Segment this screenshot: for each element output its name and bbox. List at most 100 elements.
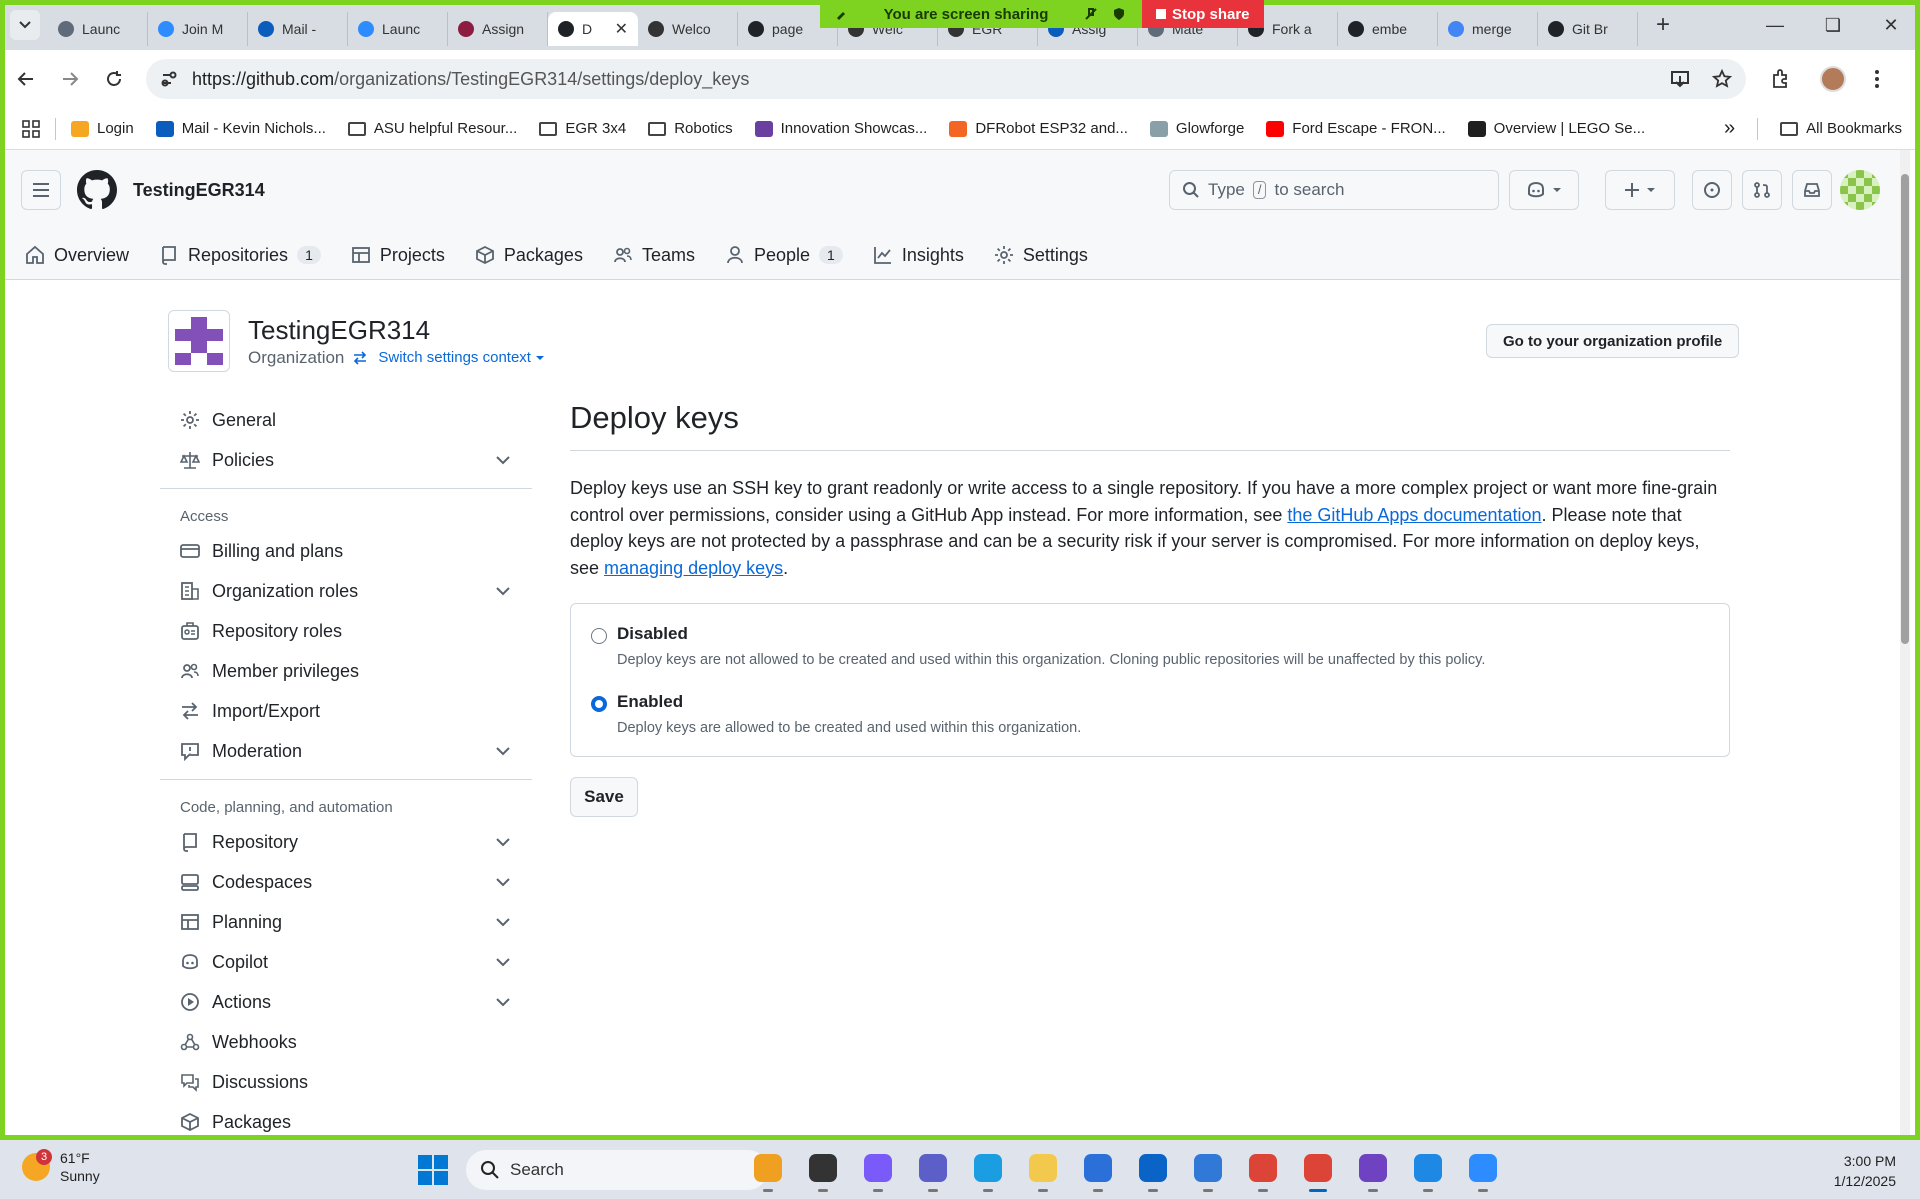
github-search-input[interactable]: Type / to search [1169, 170, 1499, 210]
teams-icon[interactable] [915, 1150, 951, 1192]
org-name-heading[interactable]: TestingEGR314 [248, 315, 545, 346]
user-avatar[interactable] [1840, 170, 1880, 210]
stop-share-button[interactable]: Stop share [1142, 0, 1264, 28]
chevron-down-icon[interactable] [496, 877, 510, 887]
scrollbar-thumb[interactable] [1901, 174, 1909, 644]
more-bookmarks-button[interactable]: » [1724, 117, 1735, 140]
bookmark-item[interactable]: Glowforge [1139, 120, 1255, 137]
issues-button[interactable] [1692, 170, 1732, 210]
zoom-icon[interactable] [1465, 1150, 1501, 1192]
radio-disabled[interactable] [591, 628, 607, 644]
global-nav-menu-button[interactable] [21, 170, 61, 210]
vscode-icon[interactable] [1410, 1150, 1446, 1192]
file-explorer-icon[interactable] [1025, 1150, 1061, 1192]
outlook-icon[interactable] [1135, 1150, 1171, 1192]
close-window-button[interactable]: ✕ [1862, 0, 1920, 50]
browser-tab[interactable]: Assign [448, 12, 548, 46]
browser-tab[interactable]: Launc [48, 12, 148, 46]
new-tab-button[interactable]: + [1648, 11, 1678, 39]
close-tab-icon[interactable]: ✕ [615, 19, 628, 39]
save-button[interactable]: Save [570, 777, 638, 817]
github-apps-docs-link[interactable]: the GitHub Apps documentation [1287, 505, 1541, 525]
chevron-down-icon[interactable] [496, 455, 510, 465]
sidebar-item-copilot[interactable]: Copilot [160, 942, 532, 982]
browser-tab[interactable]: embe [1338, 12, 1438, 46]
file-viewer-icon[interactable] [805, 1150, 841, 1192]
sidebar-item-discussions[interactable]: Discussions [160, 1062, 532, 1102]
bookmark-star-icon[interactable] [1712, 69, 1732, 89]
sidebar-item-packages[interactable]: Packages [160, 1102, 532, 1140]
pull-requests-button[interactable] [1742, 170, 1782, 210]
chevron-down-icon[interactable] [496, 957, 510, 967]
forward-button[interactable] [52, 61, 88, 97]
inbox-button[interactable] [1792, 170, 1832, 210]
bookmark-item[interactable]: Innovation Showcas... [744, 120, 939, 137]
install-app-icon[interactable] [1670, 69, 1690, 89]
bookmark-item[interactable]: Robotics [637, 120, 743, 137]
restore-button[interactable]: ❏ [1804, 0, 1862, 50]
github-logo-icon[interactable] [77, 170, 117, 210]
browser-tab[interactable]: Git Br [1538, 12, 1638, 46]
sidebar-item-member-privileges[interactable]: Member privileges [160, 651, 532, 691]
org-nav-repositories[interactable]: Repositories 1 [159, 245, 321, 266]
more-menu-icon[interactable] [1874, 69, 1880, 89]
create-new-button[interactable] [1605, 170, 1675, 210]
minimize-button[interactable]: — [1746, 0, 1804, 50]
chrome-profile-icon[interactable] [1300, 1150, 1336, 1192]
chevron-down-icon[interactable] [496, 746, 510, 756]
bookmark-item[interactable]: Ford Escape - FRON... [1255, 120, 1456, 137]
sidebar-item-codespaces[interactable]: Codespaces [160, 862, 532, 902]
github-desktop-icon[interactable] [1355, 1150, 1391, 1192]
sidebar-item-policies[interactable]: Policies [160, 440, 532, 480]
chevron-down-icon[interactable] [496, 586, 510, 596]
org-profile-button[interactable]: Go to your organization profile [1486, 324, 1740, 358]
deploy-keys-option-disabled[interactable]: Disabled Deploy keys are not allowed to b… [591, 624, 1703, 668]
org-nav-settings[interactable]: Settings [994, 245, 1088, 266]
browser-tab[interactable]: merge [1438, 12, 1538, 46]
sidebar-item-webhooks[interactable]: Webhooks [160, 1022, 532, 1062]
browser-tab[interactable]: D ✕ [548, 12, 638, 46]
all-bookmarks-button[interactable]: All Bookmarks [1780, 120, 1902, 137]
sidebar-item-planning[interactable]: Planning [160, 902, 532, 942]
deploy-keys-option-enabled[interactable]: Enabled Deploy keys are allowed to be cre… [591, 692, 1703, 736]
copilot-app-icon[interactable] [860, 1150, 896, 1192]
taskbar-search[interactable]: Search [466, 1150, 768, 1190]
extensions-icon[interactable] [1770, 68, 1792, 90]
weather-widget[interactable]: 3 61°F Sunny [22, 1149, 100, 1185]
org-nav-insights[interactable]: Insights [873, 245, 964, 266]
widgets-app-icon[interactable] [750, 1150, 786, 1192]
store-icon[interactable] [1080, 1150, 1116, 1192]
header-org-name[interactable]: TestingEGR314 [133, 180, 265, 201]
radio-enabled[interactable] [591, 696, 607, 712]
page-scrollbar[interactable] [1900, 150, 1910, 1140]
browser-profile-avatar[interactable] [1820, 66, 1846, 92]
sidebar-item-import-export[interactable]: Import/Export [160, 691, 532, 731]
org-nav-teams[interactable]: Teams [613, 245, 695, 266]
bookmark-item[interactable]: ASU helpful Resour... [337, 120, 528, 137]
system-clock[interactable]: 3:00 PM 1/12/2025 [1834, 1151, 1896, 1191]
chevron-down-icon[interactable] [496, 997, 510, 1007]
chrome-icon[interactable] [1245, 1150, 1281, 1192]
sidebar-item-repository[interactable]: Repository [160, 822, 532, 862]
reload-button[interactable] [96, 61, 132, 97]
bookmark-item[interactable]: Mail - Kevin Nichols... [145, 120, 337, 137]
sidebar-item-moderation[interactable]: Moderation [160, 731, 532, 771]
back-button[interactable] [8, 61, 44, 97]
bookmark-item[interactable]: Login [60, 120, 145, 137]
sidebar-item-billing-and-plans[interactable]: Billing and plans [160, 531, 532, 571]
edge-icon[interactable] [970, 1150, 1006, 1192]
start-button[interactable] [418, 1155, 448, 1185]
switch-settings-context[interactable]: Switch settings context [352, 349, 545, 366]
managing-deploy-keys-link[interactable]: managing deploy keys [604, 558, 783, 578]
bookmark-item[interactable]: DFRobot ESP32 and... [938, 120, 1139, 137]
bookmark-item[interactable]: Overview | LEGO Se... [1457, 120, 1656, 137]
sidebar-item-organization-roles[interactable]: Organization roles [160, 571, 532, 611]
calculator-app-icon[interactable] [1190, 1150, 1226, 1192]
org-nav-packages[interactable]: Packages [475, 245, 583, 266]
browser-tab[interactable]: Welco [638, 12, 738, 46]
chevron-down-icon[interactable] [496, 917, 510, 927]
browser-tab[interactable]: Launc [348, 12, 448, 46]
sidebar-item-repository-roles[interactable]: Repository roles [160, 611, 532, 651]
org-nav-overview[interactable]: Overview [25, 245, 129, 266]
sidebar-item-actions[interactable]: Actions [160, 982, 532, 1022]
